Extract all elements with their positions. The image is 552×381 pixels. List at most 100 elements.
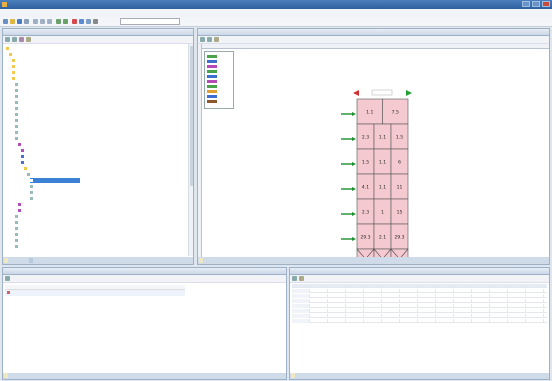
- tree-item[interactable]: [15, 88, 19, 93]
- copy-icon[interactable]: [40, 19, 45, 24]
- table-row[interactable]: [292, 314, 547, 318]
- filter-icon[interactable]: [19, 37, 24, 42]
- tree-item[interactable]: [15, 232, 19, 237]
- tree-item[interactable]: [18, 142, 22, 147]
- maximize-icon[interactable]: [532, 1, 540, 7]
- diagram-view-panel: 1.1 7.5 2.3 1.1 1.5 1.5 1.1 6 4.1 1.1 11 2.3 1 15 29.3…: [197, 28, 550, 265]
- close-icon[interactable]: [542, 1, 550, 7]
- tree-item[interactable]: [30, 190, 34, 195]
- zoom-in-icon[interactable]: [200, 37, 205, 42]
- tree-item[interactable]: [15, 118, 19, 123]
- tab-explorer[interactable]: [4, 258, 8, 263]
- fit-icon[interactable]: [214, 37, 219, 42]
- tree-item[interactable]: [21, 160, 25, 165]
- file-icon: [15, 227, 18, 230]
- diagram-canvas[interactable]: 1.1 7.5 2.3 1.1 1.5 1.5 1.1 6 4.1 1.1 11 2.3 1 15 29.3…: [202, 49, 549, 259]
- table-row[interactable]: [292, 319, 547, 323]
- table-row[interactable]: [292, 294, 547, 298]
- tree-item[interactable]: [15, 94, 19, 99]
- redo-icon[interactable]: [63, 19, 68, 24]
- properties-row[interactable]: [5, 290, 185, 296]
- find-icon[interactable]: [26, 37, 31, 42]
- tree-item[interactable]: [15, 106, 19, 111]
- print-icon[interactable]: [24, 19, 29, 24]
- tab-properties[interactable]: [4, 373, 8, 378]
- table-cell: [454, 304, 472, 308]
- settings-icon[interactable]: [93, 19, 98, 24]
- panel-header: [3, 29, 193, 36]
- results-table[interactable]: [290, 284, 549, 364]
- cell-value: 1.1: [379, 160, 386, 166]
- tree-item[interactable]: [15, 214, 19, 219]
- paste-icon[interactable]: [47, 19, 52, 24]
- folder-icon: [9, 53, 12, 56]
- table-cell: [472, 284, 490, 288]
- tab-view[interactable]: [199, 258, 203, 263]
- tree-item[interactable]: [9, 52, 13, 57]
- file-icon: [21, 155, 24, 158]
- table-cell: [310, 289, 328, 293]
- save-icon[interactable]: [17, 19, 22, 24]
- table-cell: [490, 294, 508, 298]
- results-icon[interactable]: [292, 276, 297, 281]
- tree-item[interactable]: [15, 244, 19, 249]
- tab-secondary[interactable]: [29, 258, 33, 263]
- cell-value: 29.3: [360, 235, 370, 241]
- stop-icon[interactable]: [79, 19, 84, 24]
- zoom-icon[interactable]: [86, 19, 91, 24]
- tree-item[interactable]: [15, 136, 19, 141]
- table-cell: [526, 289, 544, 293]
- tab-results[interactable]: [291, 373, 295, 378]
- tree-item[interactable]: [30, 196, 34, 201]
- table-row[interactable]: [292, 309, 547, 313]
- tree-item-selected[interactable]: [30, 178, 80, 183]
- undo-icon[interactable]: [56, 19, 61, 24]
- table-row[interactable]: [292, 304, 547, 308]
- tree-item[interactable]: [24, 166, 28, 171]
- table-header-row[interactable]: [292, 284, 547, 288]
- table-cell: [418, 284, 436, 288]
- scroll-thumb[interactable]: [190, 46, 193, 186]
- tree-item[interactable]: [12, 64, 16, 69]
- tree-item[interactable]: [12, 76, 16, 81]
- export-icon[interactable]: [299, 276, 304, 281]
- tree-item[interactable]: [15, 82, 19, 87]
- project-tree[interactable]: [3, 44, 193, 256]
- collapse-icon[interactable]: [5, 37, 10, 42]
- tree-item[interactable]: [6, 46, 10, 51]
- tree-item[interactable]: [15, 238, 19, 243]
- props-icon[interactable]: [5, 276, 10, 281]
- zoom-out-icon[interactable]: [207, 37, 212, 42]
- run-icon[interactable]: [72, 19, 77, 24]
- tree-item[interactable]: [15, 226, 19, 231]
- tree-item[interactable]: [18, 208, 22, 213]
- tree-item[interactable]: [15, 100, 19, 105]
- tree-item[interactable]: [15, 130, 19, 135]
- table-row[interactable]: [292, 299, 547, 303]
- cut-icon[interactable]: [33, 19, 38, 24]
- tree-item[interactable]: [12, 70, 16, 75]
- tree-item[interactable]: [15, 112, 19, 117]
- table-cell: [418, 304, 436, 308]
- table-cell: [346, 319, 364, 323]
- properties-tabs: [3, 373, 286, 379]
- open-icon[interactable]: [10, 19, 15, 24]
- tree-item[interactable]: [27, 172, 31, 177]
- tree-item[interactable]: [12, 58, 16, 63]
- tree-item[interactable]: [15, 220, 19, 225]
- refresh-icon[interactable]: [12, 37, 17, 42]
- minimize-icon[interactable]: [522, 1, 530, 7]
- tree-item[interactable]: [18, 202, 22, 207]
- new-icon[interactable]: [3, 19, 8, 24]
- table-cell: [508, 319, 526, 323]
- project-select[interactable]: [120, 18, 180, 25]
- table-row[interactable]: [292, 289, 547, 293]
- table-cell: [400, 309, 418, 313]
- tree-item[interactable]: [15, 124, 19, 129]
- file-icon: [15, 137, 18, 140]
- tree-item[interactable]: [21, 154, 25, 159]
- tree-item[interactable]: [30, 184, 34, 189]
- tree-item[interactable]: [21, 148, 25, 153]
- structure-diagram[interactable]: 1.1 7.5 2.3 1.1 1.5 1.5 1.1 6 4.1 1.1 11 2.3 1 15 29.3…: [202, 49, 549, 259]
- tree-scrollbar[interactable]: [188, 44, 193, 256]
